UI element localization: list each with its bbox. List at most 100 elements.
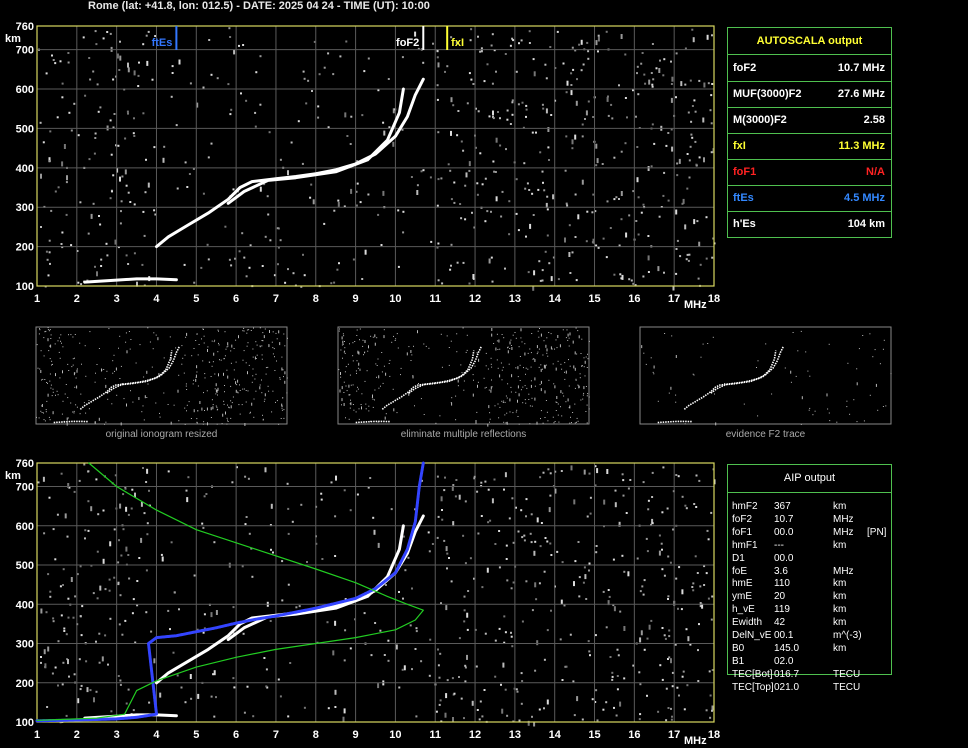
- noise-dot: [167, 404, 169, 405]
- noise-dot: [193, 409, 195, 413]
- aip-value: 00.0: [774, 526, 794, 538]
- noise-dot: [570, 90, 573, 96]
- noise-dot: [425, 345, 427, 347]
- noise-dot: [624, 53, 627, 56]
- noise-dot: [757, 360, 759, 362]
- noise-dot: [224, 331, 226, 333]
- noise-dot: [532, 358, 534, 360]
- noise-dot: [462, 534, 465, 537]
- noise-dot: [342, 343, 344, 345]
- noise-dot: [638, 671, 641, 674]
- noise-dot: [660, 542, 663, 545]
- noise-dot: [51, 672, 54, 675]
- noise-dot: [259, 384, 261, 386]
- noise-dot: [587, 50, 590, 53]
- noise-dot: [790, 370, 792, 374]
- noise-dot: [197, 410, 199, 412]
- noise-dot: [511, 113, 514, 116]
- noise-dot: [70, 244, 73, 247]
- noise-dot: [499, 406, 501, 408]
- noise-dot: [484, 220, 487, 223]
- noise-dot: [320, 492, 323, 495]
- x-tick-label: 1: [34, 729, 40, 741]
- noise-dot: [343, 381, 345, 383]
- noise-dot: [232, 188, 235, 191]
- noise-dot: [390, 508, 393, 511]
- noise-dot: [398, 591, 400, 593]
- noise-dot: [697, 649, 699, 652]
- noise-dot: [169, 336, 171, 338]
- noise-dot: [119, 683, 122, 686]
- noise-dot: [670, 83, 673, 85]
- noise-dot: [637, 93, 640, 96]
- autoscala-title: AUTOSCALA output: [728, 28, 891, 55]
- noise-dot: [132, 401, 134, 403]
- noise-dot: [565, 91, 568, 94]
- noise-dot: [259, 327, 261, 329]
- noise-dot: [698, 156, 701, 159]
- noise-dot: [566, 204, 569, 207]
- noise-dot: [73, 410, 75, 412]
- noise-dot: [197, 354, 199, 356]
- noise-dot: [404, 569, 407, 572]
- noise-dot: [533, 71, 536, 77]
- noise-dot: [565, 202, 568, 205]
- noise-dot: [540, 388, 542, 392]
- noise-dot: [529, 223, 532, 229]
- noise-dot: [576, 353, 578, 355]
- x-tick-label: 4: [153, 293, 160, 305]
- noise-dot: [77, 134, 80, 137]
- noise-dot: [588, 396, 590, 398]
- noise-dot: [202, 423, 204, 425]
- noise-dot: [595, 545, 598, 547]
- noise-dot: [320, 498, 323, 501]
- noise-dot: [473, 379, 474, 381]
- noise-dot: [414, 31, 417, 37]
- noise-dot: [506, 714, 509, 717]
- y-tick-label: 200: [16, 678, 34, 690]
- noise-dot: [202, 631, 205, 634]
- noise-dot: [167, 609, 170, 612]
- noise-dot: [676, 239, 679, 242]
- aip-name: B0: [732, 642, 745, 654]
- noise-dot: [259, 386, 261, 390]
- noise-dot: [54, 666, 57, 669]
- noise-dot: [639, 713, 642, 716]
- noise-dot: [67, 597, 70, 600]
- aip-value: 00.1: [774, 630, 794, 641]
- noise-dot: [256, 354, 258, 356]
- noise-dot: [175, 347, 177, 349]
- noise-dot: [274, 370, 276, 371]
- noise-dot: [668, 635, 671, 638]
- noise-dot: [87, 529, 90, 532]
- noise-dot: [59, 60, 62, 63]
- noise-dot: [145, 158, 147, 161]
- noise-dot: [80, 634, 83, 637]
- x-tick-label: 1: [34, 293, 40, 305]
- noise-dot: [532, 214, 535, 216]
- noise-dot: [85, 375, 87, 377]
- noise-dot: [333, 209, 336, 212]
- noise-dot: [437, 279, 440, 282]
- ionogram-plot-1: 1 2 3 4 5 6 7 8 9 10 11 12 13 14 15 16 17 181002003004005…: [5, 21, 720, 311]
- noise-dot: [357, 386, 358, 388]
- noise-dot: [48, 496, 51, 499]
- x-tick-label: 5: [193, 293, 199, 305]
- noise-dot: [232, 677, 235, 680]
- noise-dot: [383, 130, 386, 136]
- noise-dot: [60, 334, 62, 336]
- noise-dot: [582, 398, 584, 400]
- noise-dot: [882, 348, 884, 350]
- noise-dot: [353, 409, 355, 411]
- noise-dot: [637, 233, 640, 236]
- noise-dot: [548, 379, 550, 381]
- noise-dot: [465, 351, 467, 353]
- noise-dot: [88, 158, 91, 161]
- noise-dot: [515, 178, 518, 181]
- noise-dot: [135, 362, 137, 364]
- noise-dot: [357, 367, 359, 369]
- noise-dot: [203, 342, 205, 344]
- noise-dot: [416, 184, 419, 187]
- noise-dot: [640, 211, 643, 214]
- noise-dot: [641, 585, 644, 588]
